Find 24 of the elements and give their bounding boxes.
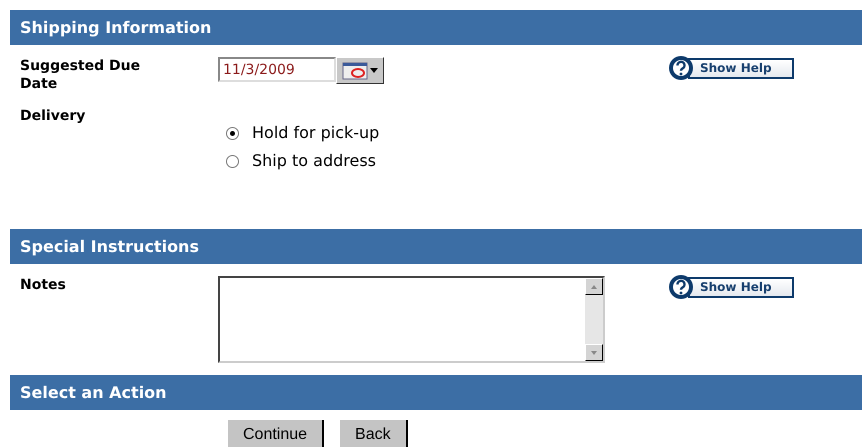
radio-label: Hold for pick-up	[252, 122, 380, 144]
action-button[interactable]: Back	[340, 420, 408, 447]
section-header: Select an Action	[10, 375, 862, 410]
scroll-down-button[interactable]	[585, 344, 603, 361]
help-icon	[668, 274, 694, 300]
scrollbar[interactable]	[585, 278, 603, 361]
calendar-icon	[342, 62, 368, 80]
action-button[interactable]: Continue	[228, 420, 324, 447]
section-header: Shipping Information	[10, 10, 862, 45]
calendar-button[interactable]	[336, 57, 384, 84]
date-field[interactable]: 11/3/2009	[218, 57, 336, 82]
field-label: Suggested Due Date	[20, 57, 142, 94]
radio-label: Ship to address	[252, 150, 376, 172]
field-label: Delivery	[20, 107, 86, 126]
radio-button[interactable]	[226, 154, 239, 168]
radio-button[interactable]	[226, 126, 239, 140]
caret-icon	[370, 68, 378, 73]
scroll-up-button[interactable]	[585, 278, 603, 295]
help-icon	[668, 55, 694, 81]
notes-field[interactable]	[218, 276, 605, 363]
up-arrow-icon	[591, 284, 597, 288]
down-arrow-icon	[591, 350, 597, 354]
section-header: Special Instructions	[10, 229, 862, 264]
field-label: Notes	[20, 276, 67, 295]
